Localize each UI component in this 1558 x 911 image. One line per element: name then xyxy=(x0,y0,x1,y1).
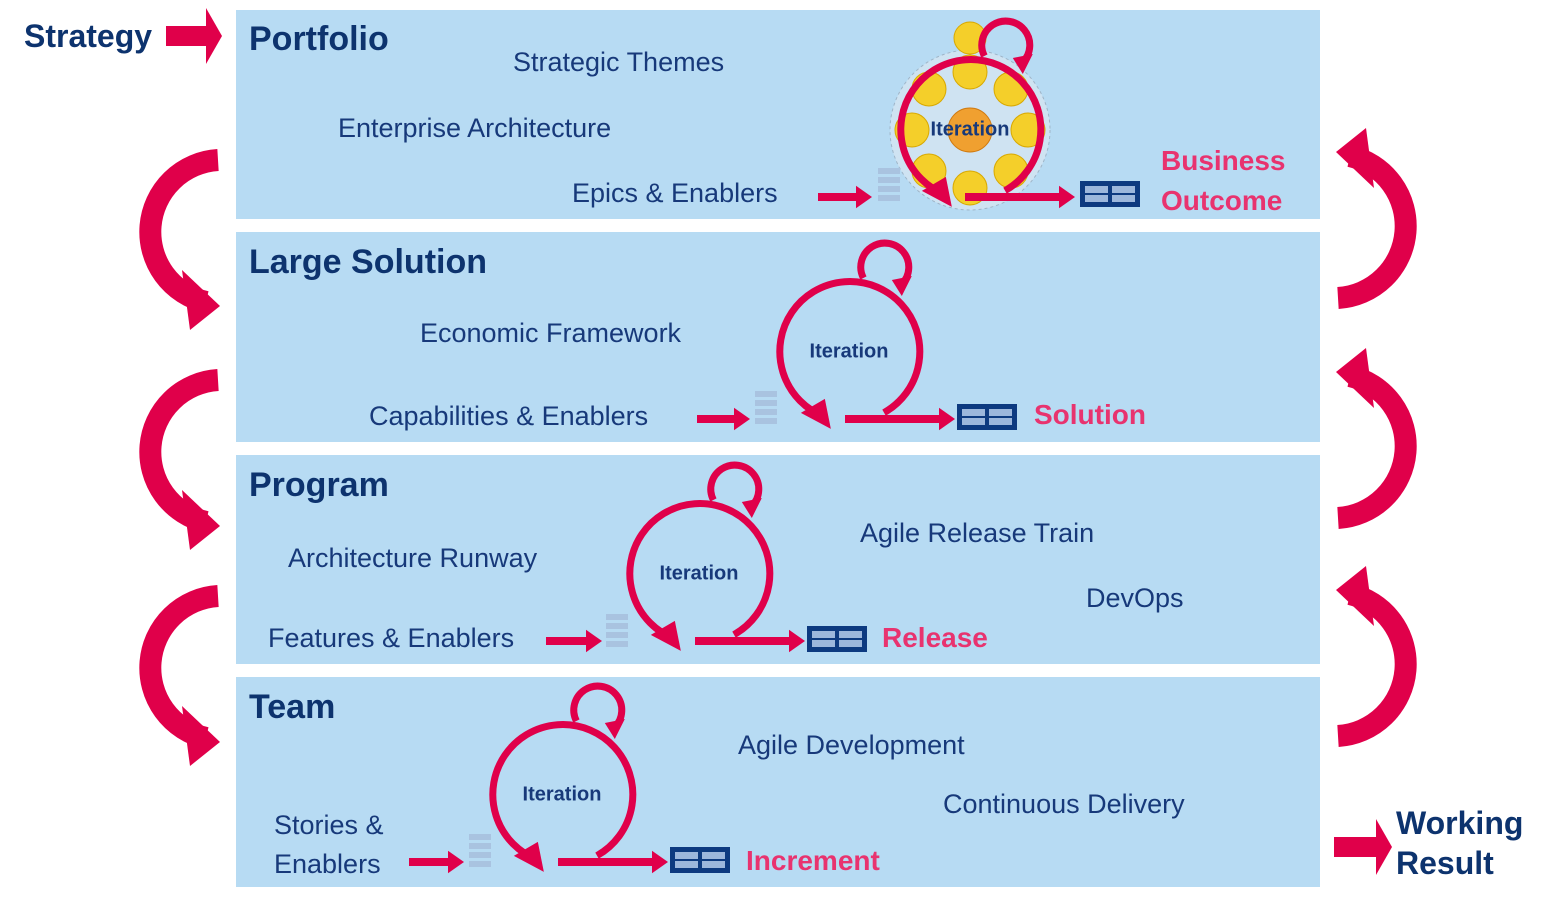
backlog-stack-icon-3 xyxy=(469,843,491,849)
team-title: Team xyxy=(249,688,336,726)
wheel-phase xyxy=(993,71,1029,107)
backlog-board-icon-1 xyxy=(957,404,1017,430)
arrows-layer xyxy=(139,8,1417,875)
backlog-board-icon-3-cell xyxy=(675,861,698,868)
input-arrow-1 xyxy=(697,415,736,423)
delivery-arrow-2-head xyxy=(789,629,805,653)
iteration-loop-3-small-head xyxy=(604,719,625,739)
agile-development: Agile Development xyxy=(738,730,965,760)
backlog-stack-icon-3 xyxy=(469,852,491,858)
backlog-board-icon-1-cell xyxy=(962,418,985,425)
flow-up-arrow-1-head xyxy=(1336,348,1374,408)
backlog-board-icon-3-cell xyxy=(675,852,698,859)
flow-down-arrow-2-head xyxy=(182,706,220,766)
backlog-board-icon-3-cell xyxy=(702,861,725,868)
flow-up-arrow-2-head xyxy=(1336,566,1374,626)
working-result-arrow xyxy=(1334,837,1378,857)
backlog-board-icon-1-cell xyxy=(962,409,985,416)
enterprise-architecture: Enterprise Architecture xyxy=(338,113,612,143)
business-outcome: Business Outcome xyxy=(1161,145,1286,217)
backlog-stack-icon-0 xyxy=(878,186,900,192)
delivery-arrow-3-head xyxy=(652,850,668,874)
input-arrow-3 xyxy=(409,858,450,866)
economic-framework: Economic Framework xyxy=(420,318,682,348)
iteration-label-large-solution: Iteration xyxy=(809,340,889,363)
iteration-loop-3-small-loop xyxy=(570,682,626,730)
working-result-arrow-head xyxy=(1376,819,1392,875)
solution-outcome: Solution xyxy=(1034,399,1146,430)
backlog-board-icon-3-cell xyxy=(702,852,725,859)
program-title: Program xyxy=(249,466,389,504)
capabilities-enablers: Capabilities & Enablers xyxy=(369,401,649,431)
input-arrow-2-head xyxy=(586,629,602,653)
delivery-arrow-3 xyxy=(558,858,654,866)
strategy-arrow xyxy=(166,26,208,46)
backlog-stack-icon-0 xyxy=(878,177,900,183)
backlog-stack-icon-0 xyxy=(878,195,900,201)
iteration-label-team: Iteration xyxy=(522,783,602,806)
backlog-stack-icon-0 xyxy=(878,168,900,174)
backlog-stack-icon-2 xyxy=(606,623,628,629)
input-arrow-3-head xyxy=(448,850,464,874)
iteration-loop-1-small-loop xyxy=(857,239,913,287)
delivery-arrow-1-head xyxy=(939,407,955,431)
backlog-board-icon-0-cell xyxy=(1112,186,1135,193)
input-arrow-0 xyxy=(818,193,858,201)
backlog-board-icon-1-cell xyxy=(989,409,1012,416)
iteration-loop-2-small-loop xyxy=(707,461,763,509)
backlog-stack-icon-2 xyxy=(606,632,628,638)
strategic-themes: Strategic Themes xyxy=(513,47,725,77)
working-result-label: Working Result xyxy=(1396,805,1524,881)
backlog-stack-icon-1 xyxy=(755,391,777,397)
increment-outcome: Increment xyxy=(746,845,880,876)
backlog-board-icon-0-cell xyxy=(1112,195,1135,202)
flow-down-arrow-1-head xyxy=(182,490,220,550)
features-enablers: Features & Enablers xyxy=(268,623,515,653)
safe-diagram: Strategy Working Result Portfolio Strate… xyxy=(0,0,1558,911)
iteration-loop-1-small-head xyxy=(891,276,912,296)
backlog-stack-icon-1 xyxy=(755,409,777,415)
backlog-board-icon-2-cell xyxy=(839,631,862,638)
input-arrow-2 xyxy=(546,637,588,645)
backlog-stack-icon-1 xyxy=(755,418,777,424)
flow-up-arrow-0-head xyxy=(1336,128,1374,188)
iteration-loop-2-small-head xyxy=(741,498,762,518)
input-arrow-1-head xyxy=(734,407,750,431)
backlog-board-icon-3 xyxy=(670,847,730,873)
flow-down-arrow-0-head xyxy=(182,270,220,330)
continuous-delivery: Continuous Delivery xyxy=(943,789,1185,819)
backlog-board-icon-0 xyxy=(1080,181,1140,207)
iteration-label-program: Iteration xyxy=(659,562,739,585)
backlog-board-icon-2-cell xyxy=(812,631,835,638)
strategy-arrow-head xyxy=(206,8,222,64)
backlog-board-icon-2 xyxy=(807,626,867,652)
strategy-label: Strategy xyxy=(24,18,153,54)
input-arrow-0-head xyxy=(856,185,872,209)
epics-enablers: Epics & Enablers xyxy=(572,178,778,208)
backlog-board-icon-0-cell xyxy=(1085,195,1108,202)
delivery-arrow-1 xyxy=(845,415,941,423)
delivery-arrow-2 xyxy=(695,637,791,645)
backlog-stack-icon-3 xyxy=(469,861,491,867)
portfolio-title: Portfolio xyxy=(249,20,389,58)
architecture-runway: Architecture Runway xyxy=(288,543,538,573)
backlog-board-icon-2-cell xyxy=(839,640,862,647)
backlog-stack-icon-2 xyxy=(606,641,628,647)
delivery-arrow-0-head xyxy=(1059,185,1075,209)
stories-enablers: Stories & Enablers xyxy=(274,810,384,880)
delivery-arrow-0 xyxy=(965,193,1061,201)
release-outcome: Release xyxy=(882,622,988,653)
backlog-stack-icon-2 xyxy=(606,614,628,620)
backlog-board-icon-2-cell xyxy=(812,640,835,647)
backlog-board-icon-1-cell xyxy=(989,418,1012,425)
backlog-stack-icon-3 xyxy=(469,834,491,840)
iteration-label-portfolio: Iteration xyxy=(930,118,1010,141)
agile-release-train: Agile Release Train xyxy=(860,518,1095,548)
large-solution-title: Large Solution xyxy=(249,243,487,281)
backlog-stack-icon-1 xyxy=(755,400,777,406)
backlog-board-icon-0-cell xyxy=(1085,186,1108,193)
devops: DevOps xyxy=(1086,583,1184,613)
